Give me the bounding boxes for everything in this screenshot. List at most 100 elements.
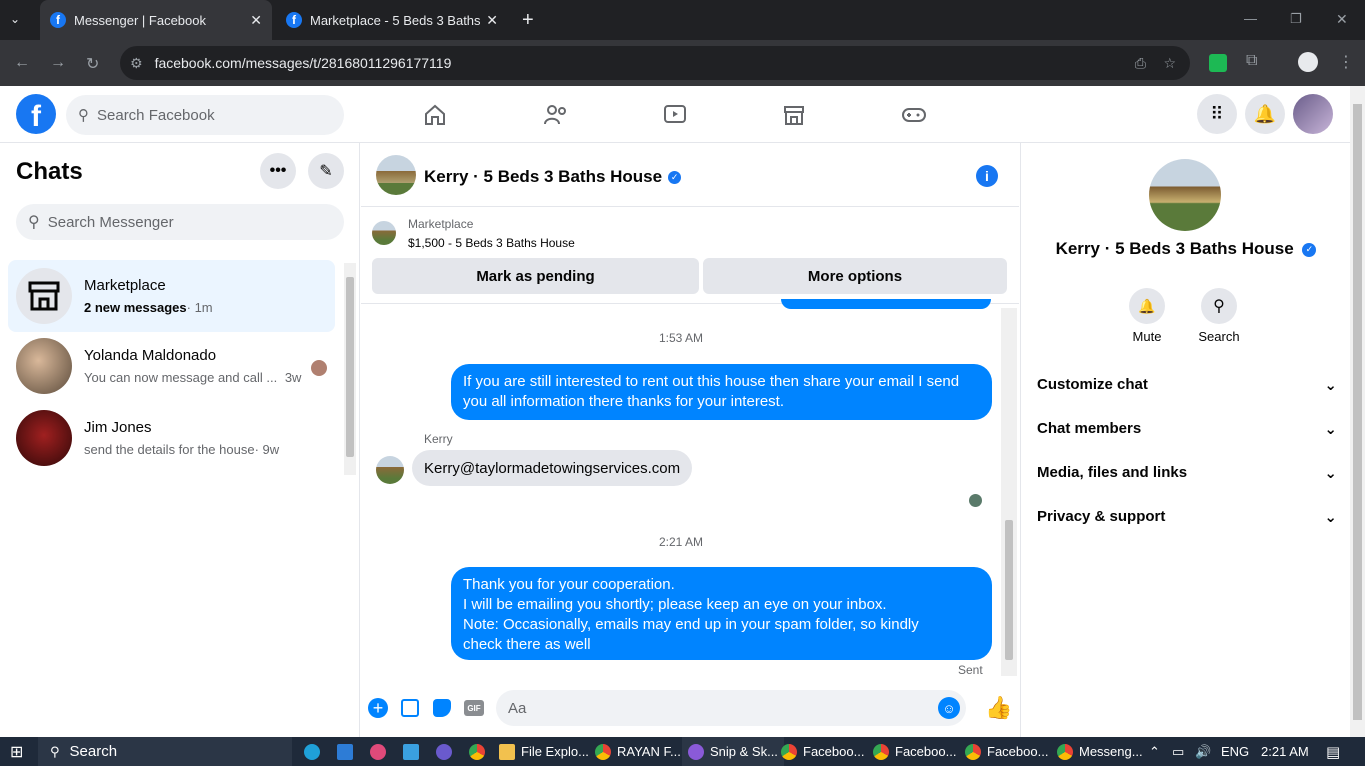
gaming-icon[interactable] xyxy=(901,103,927,127)
chats-scrollbar[interactable] xyxy=(344,263,356,475)
forward-arrow-icon[interactable]: → xyxy=(50,54,66,72)
windows-taskbar: ⊞ ⚲ Search File Explo... RAYAN F... Snip… xyxy=(0,737,1365,766)
bookmark-star-icon[interactable]: ☆ xyxy=(1163,55,1176,72)
taskbar-file-explorer[interactable]: File Explo... xyxy=(499,737,589,766)
previous-message-bubble xyxy=(781,299,991,309)
friends-icon[interactable] xyxy=(543,103,569,127)
sticker-icon[interactable] xyxy=(433,699,451,717)
app-icon[interactable] xyxy=(337,737,359,766)
taskbar-chrome-facebook[interactable]: Faceboo... xyxy=(965,737,1048,766)
marketplace-store-icon xyxy=(16,268,72,324)
info-icon[interactable]: i xyxy=(976,165,998,187)
site-info-icon[interactable]: ⚙ xyxy=(130,55,143,72)
outgoing-message[interactable]: If you are still interested to rent out … xyxy=(451,364,992,420)
facebook-logo[interactable]: f xyxy=(16,94,56,134)
profile-photo[interactable] xyxy=(1149,159,1221,231)
outgoing-message[interactable]: Thank you for your cooperation. I will b… xyxy=(451,567,992,660)
tab-search-icon[interactable]: ⌄ xyxy=(10,12,20,26)
notifications-bell-icon[interactable]: 🔔 xyxy=(1245,94,1285,134)
profile-icon[interactable] xyxy=(1298,52,1318,72)
page-scrollbar[interactable] xyxy=(1350,86,1365,737)
marketplace-icon[interactable] xyxy=(782,103,806,127)
new-tab-button[interactable]: + xyxy=(522,9,534,32)
timestamp: 2:21 AM xyxy=(658,535,704,549)
windows-start-icon[interactable]: ⊞ xyxy=(10,737,23,766)
reload-icon[interactable]: ↻ xyxy=(86,54,99,74)
taskbar-snip-sketch[interactable]: Snip & Sk... xyxy=(682,737,784,766)
taskbar-chrome-facebook[interactable]: Faceboo... xyxy=(873,737,956,766)
gif-icon[interactable]: GIF xyxy=(464,700,484,716)
install-app-icon[interactable]: ⎙ xyxy=(1135,55,1146,72)
taskbar-search[interactable]: ⚲ Search xyxy=(38,737,292,766)
back-arrow-icon[interactable]: ← xyxy=(14,54,30,72)
video-icon[interactable] xyxy=(663,103,687,127)
verified-badge-icon: ✓ xyxy=(668,170,682,184)
battery-icon[interactable]: ▭ xyxy=(1172,737,1184,766)
chat-members-section[interactable]: Chat members ⌄ xyxy=(1037,420,1337,438)
message-input[interactable]: Aa ☺ xyxy=(496,690,966,726)
close-window-button[interactable]: ✕ xyxy=(1336,11,1348,28)
emoji-icon[interactable]: ☺ xyxy=(938,697,960,719)
browser-menu-icon[interactable]: ⋮ xyxy=(1338,52,1354,72)
extension-icon[interactable] xyxy=(1209,54,1227,72)
sender-avatar[interactable] xyxy=(376,456,404,484)
volume-icon[interactable]: 🔊 xyxy=(1195,737,1211,766)
tab-close-icon[interactable]: ✕ xyxy=(250,12,262,29)
chat-item-jim-jones[interactable]: Jim Jones send the details for the house… xyxy=(8,402,335,474)
facebook-favicon-icon: f xyxy=(286,12,302,28)
search-placeholder: Search Messenger xyxy=(47,213,174,231)
account-avatar[interactable] xyxy=(1293,94,1333,134)
listing-thumbnail xyxy=(372,221,396,245)
taskbar-chrome-rayan[interactable]: RAYAN F... xyxy=(595,737,681,766)
listing-title[interactable]: $1,500 - 5 Beds 3 Baths House xyxy=(408,236,575,250)
search-facebook-input[interactable]: ⚲ Search Facebook xyxy=(66,95,344,135)
minimize-button[interactable]: — xyxy=(1244,11,1257,26)
language-indicator[interactable]: ENG xyxy=(1221,737,1249,766)
mute-label: Mute xyxy=(1132,329,1162,344)
media-files-links-section[interactable]: Media, files and links ⌄ xyxy=(1037,464,1337,482)
taskbar-clock[interactable]: 2:21 AM xyxy=(1261,737,1309,766)
incoming-message[interactable]: Kerry@taylormadetowingservices.com xyxy=(412,450,693,486)
tray-chevron-up-icon[interactable]: ⌃ xyxy=(1149,737,1160,766)
more-options-button[interactable]: More options xyxy=(703,258,1007,294)
avatar xyxy=(16,338,72,394)
scrollbar-thumb[interactable] xyxy=(346,277,354,457)
edge-icon[interactable] xyxy=(304,737,326,766)
menu-grid-icon[interactable]: ⠿ xyxy=(1197,94,1237,134)
extensions-puzzle-icon[interactable]: ⧉ xyxy=(1246,52,1257,70)
conversation-scrollbar[interactable] xyxy=(1001,308,1017,676)
app-icon[interactable] xyxy=(436,737,458,766)
new-message-icon[interactable]: ✎ xyxy=(308,153,344,189)
mark-as-pending-button[interactable]: Mark as pending xyxy=(372,258,699,294)
like-thumb-icon[interactable]: 👍 xyxy=(985,695,1012,721)
scrollbar-thumb[interactable] xyxy=(1353,104,1362,720)
chat-item-yolanda[interactable]: Yolanda Maldonado You can now message an… xyxy=(8,330,335,402)
taskbar-chrome-facebook[interactable]: Faceboo... xyxy=(781,737,864,766)
url-text: facebook.com/messages/t/2816801129617711… xyxy=(154,55,452,71)
maximize-button[interactable]: ❐ xyxy=(1290,11,1302,27)
tab-messenger[interactable]: f Messenger | Facebook ✕ xyxy=(40,0,272,40)
tab-marketplace[interactable]: f Marketplace - 5 Beds 3 Baths H ✕ xyxy=(276,0,508,40)
tab-close-icon[interactable]: ✕ xyxy=(486,12,498,29)
customize-chat-section[interactable]: Customize chat ⌄ xyxy=(1037,376,1337,394)
address-bar[interactable]: ⚙ facebook.com/messages/t/28168011296177… xyxy=(120,46,1190,80)
notification-center-icon[interactable]: ▤ xyxy=(1326,737,1340,766)
scrollbar-thumb[interactable] xyxy=(1005,520,1013,660)
taskbar-chrome-messenger[interactable]: Messeng... xyxy=(1057,737,1143,766)
tab-label: Messenger | Facebook xyxy=(74,12,206,28)
conversation-title[interactable]: Kerry · 5 Beds 3 Baths House ✓ xyxy=(424,167,682,187)
mute-bell-icon[interactable]: 🔔 xyxy=(1129,288,1165,324)
search-icon[interactable]: ⚲ xyxy=(1201,288,1237,324)
photo-icon[interactable] xyxy=(401,699,419,717)
chat-item-marketplace[interactable]: Marketplace 2 new messages· 1m xyxy=(8,260,335,332)
search-messenger-input[interactable]: ⚲ Search Messenger xyxy=(16,204,344,240)
chat-options-icon[interactable]: ••• xyxy=(260,153,296,189)
conversation-avatar[interactable] xyxy=(376,155,416,195)
chrome-icon[interactable] xyxy=(469,737,491,766)
home-icon[interactable] xyxy=(423,103,447,127)
plus-icon[interactable]: + xyxy=(368,698,388,718)
app-icon[interactable] xyxy=(403,737,425,766)
app-icon[interactable] xyxy=(370,737,392,766)
privacy-support-section[interactable]: Privacy & support ⌄ xyxy=(1037,508,1337,526)
chevron-down-icon: ⌄ xyxy=(1324,421,1337,438)
